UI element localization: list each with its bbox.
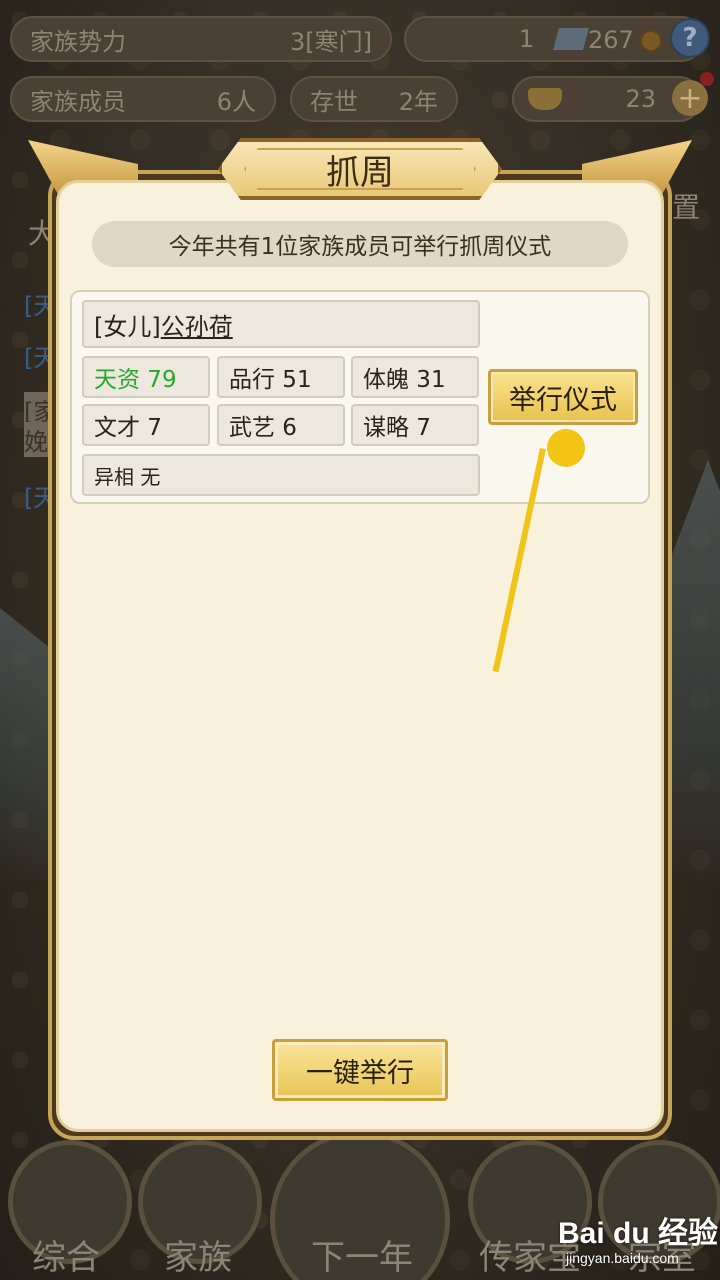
modal-title-plaque: 抓周 bbox=[218, 138, 502, 200]
clan-power-value: 3[寒门] bbox=[290, 27, 372, 56]
stat-talent: 天资 79 bbox=[82, 356, 210, 398]
coin-icon bbox=[640, 30, 662, 52]
one-key-hold-button[interactable]: 一键举行 bbox=[272, 1039, 448, 1101]
clan-power-label: 家族势力 bbox=[30, 27, 126, 56]
trait-field: 异相 无 bbox=[82, 454, 480, 496]
gold-ingot-icon bbox=[528, 88, 562, 110]
coin-count: 267 bbox=[588, 26, 634, 54]
existence-value: 2年 bbox=[398, 87, 438, 116]
existence-bar: 存世 2年 bbox=[290, 76, 458, 122]
members-bar: 家族成员 6人 bbox=[10, 76, 276, 122]
watermark-url: jingyan.baidu.com bbox=[566, 1250, 679, 1266]
nav-label-family[interactable]: 家族 bbox=[128, 1230, 268, 1279]
notification-dot bbox=[700, 72, 714, 86]
silver-icon bbox=[553, 28, 589, 50]
notice-banner: 今年共有1位家族成员可举行抓周仪式 bbox=[92, 221, 628, 267]
add-gold-button[interactable]: + bbox=[672, 80, 708, 116]
silver-count: 1 bbox=[518, 25, 534, 53]
help-button[interactable]: ? bbox=[670, 18, 710, 58]
stat-strategy: 谋略 7 bbox=[351, 404, 479, 446]
existence-label: 存世 bbox=[310, 87, 358, 116]
hold-ceremony-button[interactable]: 举行仪式 bbox=[488, 369, 638, 425]
member-name-field: [女儿] 公孙荷 bbox=[82, 300, 480, 348]
tutorial-pointer-dot bbox=[547, 429, 585, 467]
modal-title: 抓周 bbox=[326, 152, 394, 193]
nav-label-overview[interactable]: 综合 bbox=[0, 1230, 136, 1279]
nav-label-next-year[interactable]: 下一年 bbox=[292, 1230, 432, 1279]
members-label: 家族成员 bbox=[30, 87, 126, 116]
stat-physique: 体魄 31 bbox=[351, 356, 479, 398]
gold-count: 23 bbox=[625, 85, 656, 113]
members-value: 6人 bbox=[216, 87, 256, 116]
clan-power-bar: 家族势力 3[寒门] bbox=[10, 16, 392, 62]
watermark-brand: Bai du 经验 bbox=[558, 1217, 719, 1250]
bg-text-4: 娩 bbox=[24, 422, 48, 457]
bg-text-zhi: 置 bbox=[672, 191, 701, 224]
stat-martial: 武艺 6 bbox=[217, 404, 345, 446]
member-name-link[interactable]: 公孙荷 bbox=[161, 307, 233, 342]
member-relation: [女儿] bbox=[94, 312, 161, 341]
stat-conduct: 品行 51 bbox=[217, 356, 345, 398]
stat-literary: 文才 7 bbox=[82, 404, 210, 446]
